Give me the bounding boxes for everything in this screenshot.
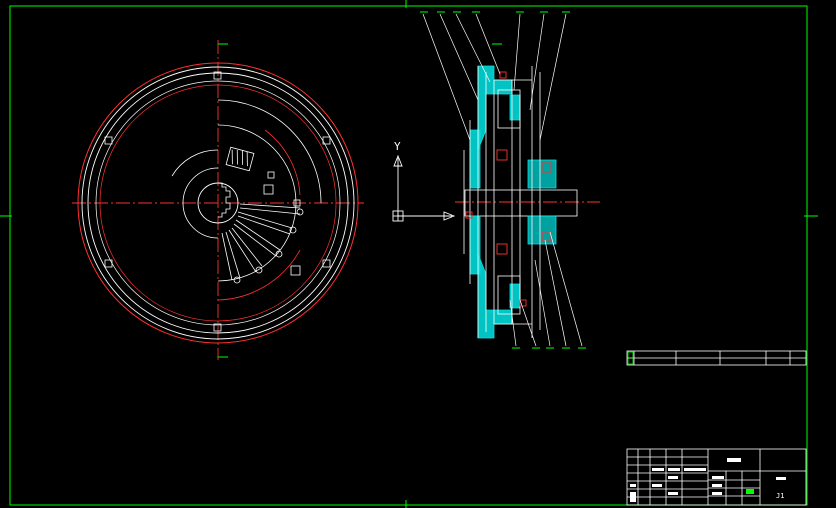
- section-cut-marks: [218, 43, 228, 358]
- drawing-border: [9, 5, 808, 506]
- pressure-plate-arc-2: [217, 99, 322, 204]
- ucs-y-label: Y: [394, 140, 401, 153]
- border-center-marks: [0, 0, 818, 508]
- leader-lines-top: [422, 13, 567, 141]
- front-view-centerlines: [72, 40, 364, 360]
- finger-tips: [233, 208, 304, 284]
- ucs-icon: [392, 154, 456, 222]
- shaft: [464, 189, 578, 217]
- title-block-green-mark: [746, 489, 754, 494]
- cad-drawing-canvas[interactable]: Y J1: [0, 0, 836, 508]
- lower-housing: [469, 215, 557, 339]
- front-view: [72, 40, 364, 360]
- section-view: [420, 11, 600, 349]
- damper-spring: [225, 146, 255, 172]
- red-arc-lower: [217, 249, 301, 301]
- leader-lines-bottom: [509, 231, 583, 347]
- hub-spline: [218, 182, 231, 218]
- inner-arc-left-2: [171, 149, 219, 177]
- sheet-mark-label: J1: [776, 492, 784, 500]
- parts-list: [626, 350, 807, 366]
- balloon-markers: [420, 11, 586, 349]
- upper-housing: [469, 65, 557, 189]
